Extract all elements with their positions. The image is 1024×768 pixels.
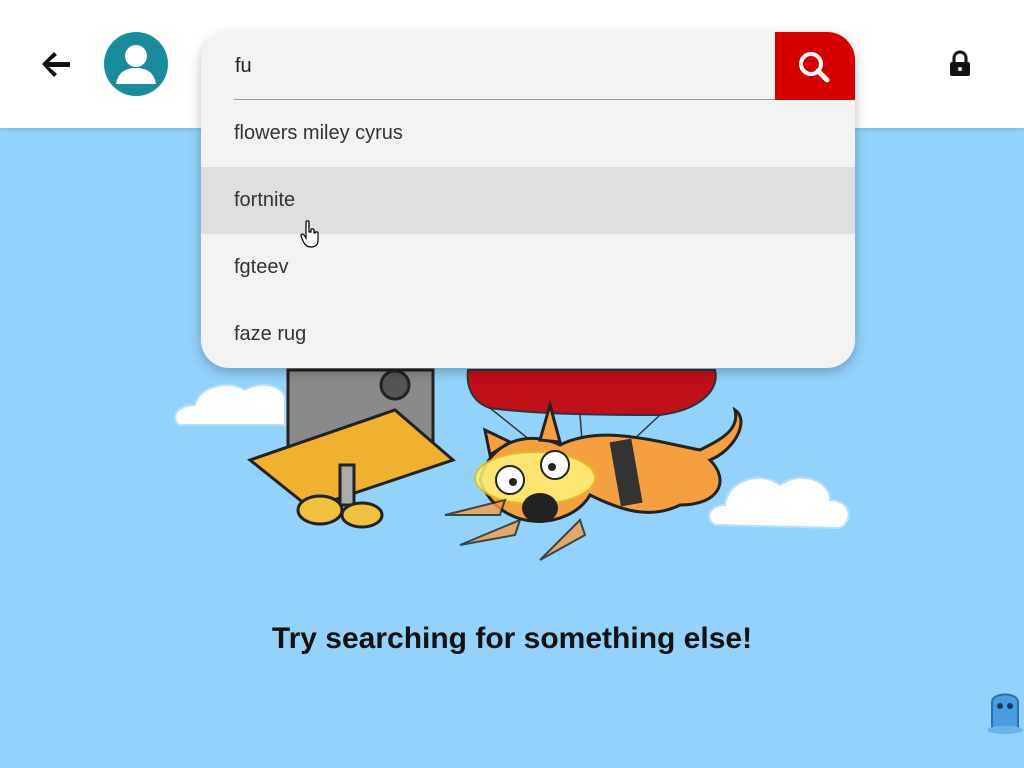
suggestion-item[interactable]: flowers miley cyrus <box>201 100 855 167</box>
suggestion-item[interactable]: faze rug <box>201 301 855 368</box>
arrow-left-icon <box>42 52 70 77</box>
helper-character-icon[interactable] <box>986 686 1024 734</box>
pointer-hand-icon <box>300 220 319 248</box>
magnifier-icon <box>799 52 830 83</box>
back-button[interactable] <box>36 44 76 84</box>
search-button[interactable] <box>775 32 855 100</box>
parent-lock-button[interactable] <box>944 48 976 80</box>
lock-icon <box>950 50 970 76</box>
search-autocomplete: flowers miley cyrus fortnite fgteev faze… <box>201 32 855 368</box>
user-avatar-icon <box>116 45 156 84</box>
user-avatar[interactable] <box>104 32 168 96</box>
cloud-left <box>174 383 286 426</box>
empty-state-illustration <box>174 368 850 561</box>
empty-state-message: Try searching for something else! <box>271 622 753 655</box>
search-input[interactable] <box>235 46 755 86</box>
cloud-right <box>708 476 850 530</box>
balloon <box>466 369 717 417</box>
